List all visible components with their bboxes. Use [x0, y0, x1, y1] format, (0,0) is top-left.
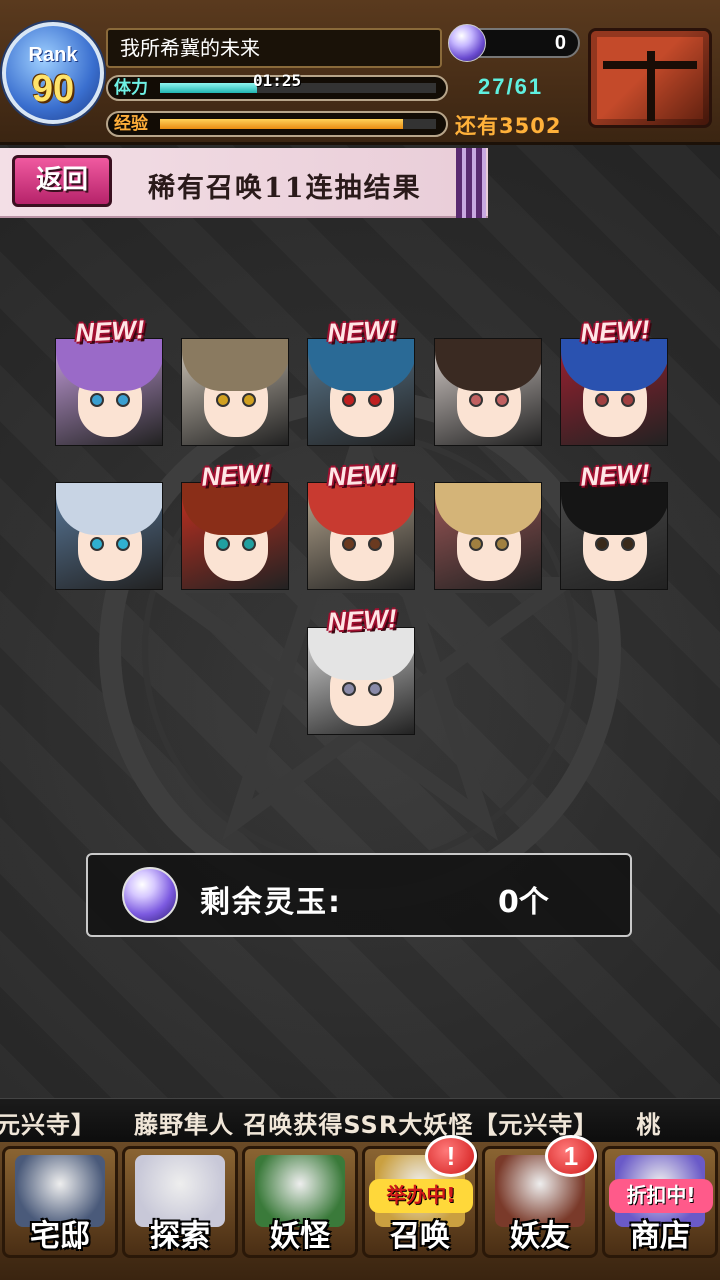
news-ticker: 元兴寺】 藤野隼人 召唤获得SSR大妖怪【元兴寺】 桃 — [0, 1098, 720, 1142]
page-title: 稀有召唤11连抽结果 — [148, 173, 422, 204]
card-eye — [242, 393, 256, 407]
nav-label: 商店 — [630, 1219, 690, 1254]
remaining-orbs-value: 0个 — [498, 885, 549, 920]
new-badge: NEW! — [579, 458, 651, 492]
nav-alert-badge: ! — [425, 1135, 477, 1177]
shikigami-card[interactable] — [307, 338, 415, 446]
nav-label: 宅邸 — [30, 1219, 90, 1254]
stamina-timer: 01:25 — [253, 71, 302, 90]
card-eye — [116, 393, 130, 407]
shikigami-card[interactable] — [181, 338, 289, 446]
nav-event-badge: 折扣中! — [609, 1179, 713, 1213]
shikigami-card[interactable] — [307, 482, 415, 590]
shikigami-card[interactable] — [560, 338, 668, 446]
rank-label: Rank — [28, 44, 78, 66]
new-badge: NEW! — [579, 314, 651, 348]
shikigami-card[interactable] — [434, 482, 542, 590]
spirit-orb-icon — [448, 24, 486, 62]
spirit-orb-icon — [122, 867, 178, 923]
player-name: 我所希冀的未来 — [106, 28, 442, 68]
shikigami-card[interactable] — [307, 627, 415, 735]
card-eye — [90, 393, 104, 407]
remaining-orbs-label: 剩余灵玉: — [200, 885, 342, 920]
shikigami-card[interactable] — [181, 482, 289, 590]
stamina-count: 27/61 — [478, 74, 544, 99]
stamina-bar: 体力 01:25 — [106, 71, 448, 101]
shikigami-card[interactable] — [560, 482, 668, 590]
card-eye — [621, 537, 635, 551]
shikigami-card[interactable] — [55, 482, 163, 590]
card-eye — [342, 393, 356, 407]
card-eye — [621, 393, 635, 407]
card-eye — [595, 537, 609, 551]
stamina-fill — [160, 83, 257, 93]
card-eye — [368, 537, 382, 551]
card-eye — [216, 537, 230, 551]
exp-bar: 经验 — [106, 111, 448, 137]
new-badge: NEW! — [326, 458, 398, 492]
nav-item[interactable]: 妖友 1 — [482, 1135, 598, 1258]
card-eye — [469, 393, 483, 407]
rank-badge[interactable]: Rank 90 — [2, 22, 104, 124]
card-eye — [368, 682, 382, 696]
nav-event-badge: 举办中! — [369, 1179, 473, 1213]
rank-value: 90 — [31, 68, 75, 110]
ticker-text: 元兴寺】 藤野隼人 召唤获得SSR大妖怪【元兴寺】 桃 — [0, 1111, 662, 1139]
banner-ornament — [456, 148, 486, 218]
nav-item[interactable]: 举办中! 召唤! — [362, 1135, 478, 1258]
card-eye — [595, 393, 609, 407]
new-badge: NEW! — [74, 314, 146, 348]
card-eye — [242, 537, 256, 551]
card-eye — [495, 537, 509, 551]
new-badge: NEW! — [326, 314, 398, 348]
card-eye — [116, 537, 130, 551]
card-hair — [435, 483, 541, 535]
card-eye — [469, 537, 483, 551]
remaining-orbs-panel: 剩余灵玉: 0个 — [86, 853, 632, 937]
exp-fill — [160, 119, 403, 129]
back-button[interactable]: 返回 — [12, 155, 112, 207]
nav-label: 召唤 — [390, 1219, 450, 1254]
nav-label: 妖怪 — [270, 1219, 330, 1254]
exp-label: 经验 — [114, 114, 148, 134]
shikigami-card[interactable] — [434, 338, 542, 446]
card-eye — [342, 682, 356, 696]
orb-count: 0 — [554, 32, 566, 54]
card-eye — [495, 393, 509, 407]
card-hair — [56, 483, 162, 535]
shikigami-card[interactable] — [55, 338, 163, 446]
card-hair — [182, 339, 288, 391]
card-eye — [368, 393, 382, 407]
stamina-label: 体力 — [114, 78, 148, 98]
nav-item[interactable]: 探索 — [122, 1146, 238, 1258]
card-eye — [216, 393, 230, 407]
card-eye — [342, 537, 356, 551]
new-badge: NEW! — [200, 458, 272, 492]
nav-label: 妖友 — [510, 1219, 570, 1254]
nav-item[interactable]: 折扣中! 商店 — [602, 1146, 718, 1258]
nav-item[interactable]: 宅邸 — [2, 1146, 118, 1258]
nav-label: 探索 — [150, 1219, 210, 1254]
card-hair — [435, 339, 541, 391]
card-eye — [90, 537, 104, 551]
new-badge: NEW! — [326, 603, 398, 637]
nav-item[interactable]: 妖怪 — [242, 1146, 358, 1258]
exp-remaining: 还有3502 — [455, 114, 562, 138]
treasure-chest-icon[interactable] — [588, 28, 712, 128]
nav-alert-badge: 1 — [545, 1135, 597, 1177]
